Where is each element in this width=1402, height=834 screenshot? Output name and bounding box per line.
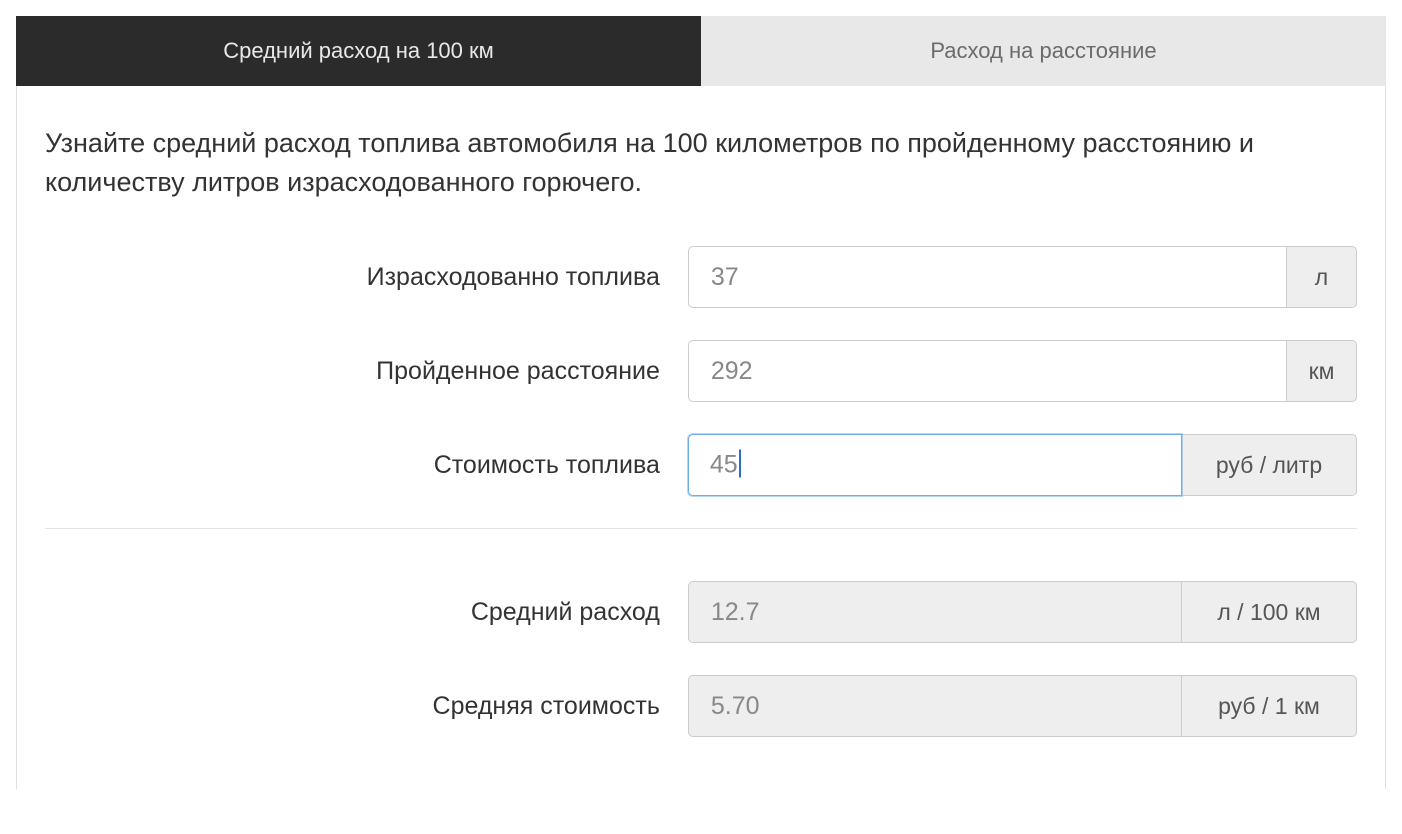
unit-distance: км [1287, 340, 1357, 402]
label-avg-cost: Средняя стоимость [45, 692, 688, 721]
content-panel: Узнайте средний расход топлива автомобил… [16, 86, 1386, 789]
group-fuel-used: л [688, 246, 1357, 308]
unit-fuel-used: л [1287, 246, 1357, 308]
tabs: Средний расход на 100 км Расход на расст… [16, 16, 1386, 86]
output-avg-cost [688, 675, 1182, 737]
group-distance: км [688, 340, 1357, 402]
group-fuel-cost: 45 руб / литр [688, 434, 1357, 496]
label-distance: Пройденное расстояние [45, 357, 688, 386]
label-fuel-used: Израсходованно топлива [45, 263, 688, 292]
description-text: Узнайте средний расход топлива автомобил… [45, 124, 1357, 202]
row-fuel-used: Израсходованно топлива л [45, 246, 1357, 308]
row-avg-consumption: Средний расход л / 100 км [45, 581, 1357, 643]
tab-per-100km[interactable]: Средний расход на 100 км [16, 16, 701, 86]
group-avg-consumption: л / 100 км [688, 581, 1357, 643]
group-avg-cost: руб / 1 км [688, 675, 1357, 737]
label-fuel-cost: Стоимость топлива [45, 451, 688, 480]
tab-per-distance[interactable]: Расход на расстояние [701, 16, 1386, 86]
row-fuel-cost: Стоимость топлива 45 руб / литр [45, 434, 1357, 496]
unit-avg-consumption: л / 100 км [1182, 581, 1357, 643]
input-fuel-used[interactable] [688, 246, 1287, 308]
input-fuel-cost[interactable] [688, 434, 1182, 496]
calculator-container: Средний расход на 100 км Расход на расст… [16, 16, 1386, 789]
row-distance: Пройденное расстояние км [45, 340, 1357, 402]
label-avg-consumption: Средний расход [45, 598, 688, 627]
row-avg-cost: Средняя стоимость руб / 1 км [45, 675, 1357, 737]
unit-fuel-cost: руб / литр [1182, 434, 1357, 496]
divider [45, 528, 1357, 529]
output-avg-consumption [688, 581, 1182, 643]
input-distance[interactable] [688, 340, 1287, 402]
unit-avg-cost: руб / 1 км [1182, 675, 1357, 737]
